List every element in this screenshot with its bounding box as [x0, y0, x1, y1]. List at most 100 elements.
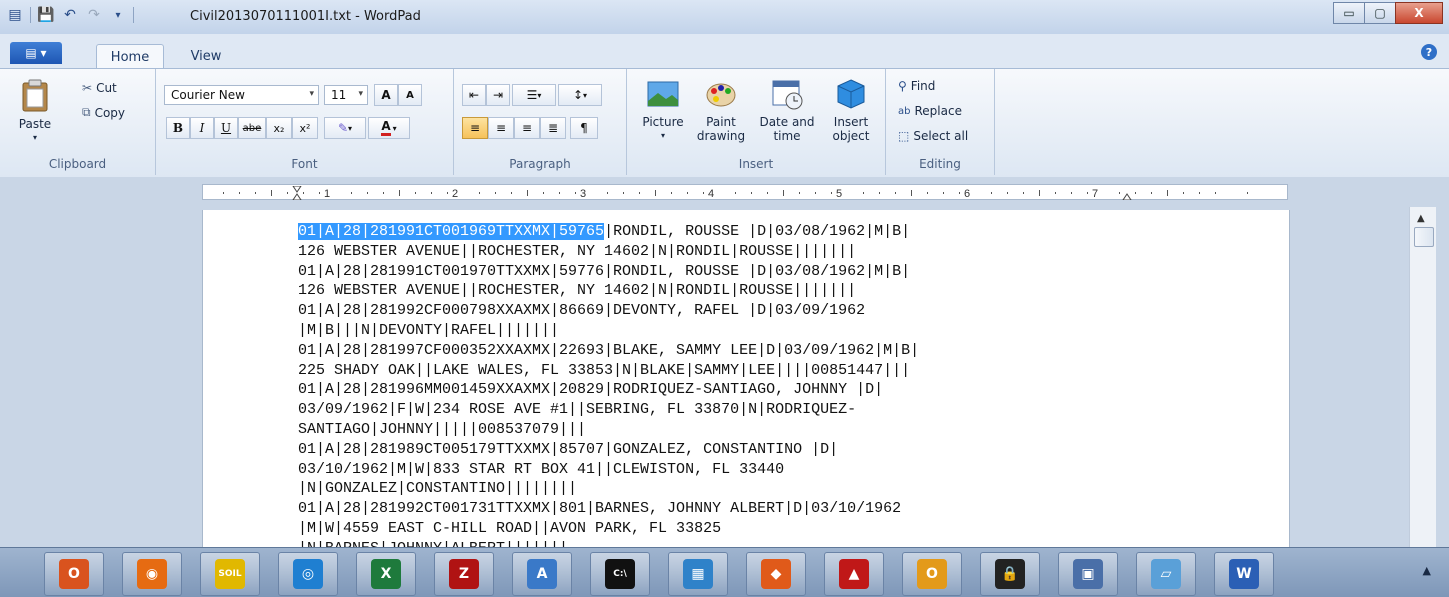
- ruler-tick: [1023, 192, 1024, 194]
- wordpad-icon: A: [527, 559, 557, 589]
- tab-home[interactable]: Home: [96, 44, 164, 69]
- taskbar-lock-button[interactable]: 🔒: [980, 552, 1040, 596]
- ruler-tick: [1119, 192, 1120, 194]
- align-center-button[interactable]: ≡: [488, 117, 514, 139]
- taskbar-office-button[interactable]: ◆: [746, 552, 806, 596]
- insert-group-label: Insert: [738, 157, 774, 171]
- right-indent-marker[interactable]: [1122, 193, 1132, 201]
- ruler-tick: [431, 192, 432, 194]
- justify-icon: ≣: [547, 121, 559, 135]
- filezilla-icon: Z: [449, 559, 479, 589]
- ruler-tick: [383, 192, 384, 194]
- text-color-icon: A: [381, 120, 391, 136]
- app-icon[interactable]: ▤: [6, 6, 24, 24]
- find-button[interactable]: ⚲ Find: [898, 79, 935, 93]
- ruler-number: 7: [1092, 188, 1098, 200]
- taskbar-cmd-button[interactable]: C:\: [590, 552, 650, 596]
- insert-group: Picture ▾ Paint drawing Date and time In…: [627, 69, 886, 175]
- taskbar-control-panel-button[interactable]: ▦: [668, 552, 728, 596]
- close-button[interactable]: X: [1395, 2, 1443, 24]
- insert-object-label: Insert object: [832, 115, 870, 143]
- tray-expand-icon[interactable]: ▲: [1423, 564, 1431, 577]
- doc-line: |N|GONZALEZ|CONSTANTINO||||||||: [298, 480, 578, 498]
- underline-button[interactable]: U: [214, 117, 238, 139]
- ruler-number: 1: [324, 188, 330, 200]
- paint-drawing-button[interactable]: Paint drawing: [693, 77, 749, 143]
- ruler-number: 2: [452, 188, 458, 200]
- ruler-tick: [351, 192, 352, 194]
- replace-label: Replace: [914, 104, 962, 118]
- undo-icon[interactable]: ↶: [61, 6, 79, 24]
- taskbar-network-button[interactable]: ▣: [1058, 552, 1118, 596]
- help-icon[interactable]: ?: [1421, 44, 1437, 60]
- paragraph-icon: ¶: [580, 121, 588, 135]
- taskbar-chat-button[interactable]: ◎: [278, 552, 338, 596]
- minimize-button[interactable]: ▭: [1333, 2, 1365, 24]
- ribbon: Paste ▾ ✂ Cut ⧉ Copy Clipboard Courier N…: [0, 68, 1449, 178]
- cut-button[interactable]: ✂ Cut: [82, 81, 117, 95]
- firefox-icon: ◉: [137, 559, 167, 589]
- insert-object-button[interactable]: Insert object: [823, 77, 879, 143]
- document-page[interactable]: 01|A|28|281991CT001969TTXXMX|59765|RONDI…: [202, 210, 1290, 547]
- ruler-tick: [607, 192, 608, 194]
- customize-qat-icon[interactable]: ▾: [109, 6, 127, 24]
- font-size-select[interactable]: 11 ▾: [324, 85, 368, 105]
- justify-button[interactable]: ≣: [540, 117, 566, 139]
- doc-line: |M|W|4559 EAST C-HILL ROAD||AVON PARK, F…: [298, 519, 722, 537]
- tab-view[interactable]: View: [176, 44, 236, 68]
- shrink-font-button[interactable]: A: [398, 84, 422, 106]
- taskbar-excel-button[interactable]: X: [356, 552, 416, 596]
- taskbar-soil-button[interactable]: SOIL: [200, 552, 260, 596]
- document-text[interactable]: 01|A|28|281991CT001969TTXXMX|59765|RONDI…: [298, 222, 919, 547]
- paste-button[interactable]: Paste ▾: [10, 79, 60, 145]
- copy-button[interactable]: ⧉ Copy: [82, 105, 125, 120]
- scroll-thumb[interactable]: [1414, 227, 1434, 247]
- replace-button[interactable]: ab Replace: [898, 104, 962, 118]
- taskbar-outlook-button[interactable]: O: [44, 552, 104, 596]
- ruler[interactable]: 1 2 3 4 5 6 7: [202, 184, 1288, 201]
- paint-drawing-label: Paint drawing: [696, 115, 746, 143]
- vertical-scrollbar[interactable]: ▲: [1409, 207, 1436, 547]
- doc-line: 03/10/1962|M|W|833 STAR RT BOX 41||CLEWI…: [298, 460, 785, 478]
- select-all-label: Select all: [913, 129, 969, 143]
- left-indent-marker[interactable]: [292, 185, 302, 201]
- bullets-button[interactable]: ☰ ▾: [512, 84, 556, 106]
- grow-font-button[interactable]: A: [374, 84, 398, 106]
- select-all-button[interactable]: ⬚ Select all: [898, 129, 968, 143]
- ruler-tick: [639, 192, 640, 194]
- subscript-button[interactable]: x₂: [266, 117, 292, 139]
- taskbar-wordpad-button[interactable]: A: [512, 552, 572, 596]
- ruler-tick: [1007, 192, 1008, 194]
- taskbar-acrobat-button[interactable]: ▲: [824, 552, 884, 596]
- redo-icon[interactable]: ↷: [85, 6, 103, 24]
- file-menu-button[interactable]: ▤ ▾: [10, 42, 62, 64]
- align-left-button[interactable]: ≡: [462, 117, 488, 139]
- save-icon[interactable]: 💾: [37, 6, 55, 24]
- align-right-button[interactable]: ≡: [514, 117, 540, 139]
- paragraph-settings-button[interactable]: ¶: [570, 117, 598, 139]
- ruler-tick: [927, 192, 928, 194]
- taskbar-outlook2-button[interactable]: O: [902, 552, 962, 596]
- text-color-button[interactable]: A ▾: [368, 117, 410, 139]
- increase-indent-button[interactable]: ⇥: [486, 84, 510, 106]
- decrease-indent-button[interactable]: ⇤: [462, 84, 486, 106]
- picture-button[interactable]: Picture ▾: [635, 77, 691, 143]
- taskbar-word-button[interactable]: W: [1214, 552, 1274, 596]
- superscript-button[interactable]: x²: [292, 117, 318, 139]
- font-family-select[interactable]: Courier New ▾: [164, 85, 319, 105]
- bold-button[interactable]: B: [166, 117, 190, 139]
- taskbar: O ◉ SOIL ◎ X Z A C:\ ▦ ◆ ▲ O 🔒 ▣ ▱ W ▲: [0, 547, 1449, 597]
- chevron-down-icon: ▾: [358, 89, 363, 99]
- doc-line: 01|A|28|281992CF000798XXAXMX|86669|DEVON…: [298, 302, 866, 320]
- strikethrough-button[interactable]: abe: [238, 117, 266, 139]
- highlight-button[interactable]: ✎ ▾: [324, 117, 366, 139]
- taskbar-firefox-button[interactable]: ◉: [122, 552, 182, 596]
- italic-button[interactable]: I: [190, 117, 214, 139]
- date-time-button[interactable]: Date and time: [755, 77, 819, 143]
- copy-icon: ⧉: [82, 105, 91, 119]
- maximize-button[interactable]: ▢: [1364, 2, 1396, 24]
- taskbar-filezilla-button[interactable]: Z: [434, 552, 494, 596]
- scroll-up-icon[interactable]: ▲: [1417, 213, 1425, 224]
- line-spacing-button[interactable]: ↕ ▾: [558, 84, 602, 106]
- taskbar-notepad-button[interactable]: ▱: [1136, 552, 1196, 596]
